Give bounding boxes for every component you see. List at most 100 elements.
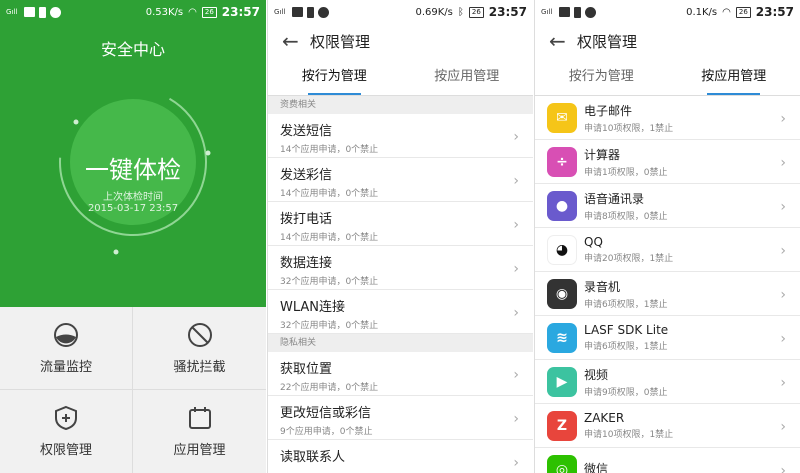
app-row[interactable]: ▶ 视频 申请9项权限，0禁止 › <box>535 360 800 404</box>
item-title: 发送短信 <box>280 124 333 139</box>
tab-by-behavior[interactable]: 按行为管理 <box>268 58 401 95</box>
chevron-right-icon: › <box>513 173 519 189</box>
chevron-right-icon: › <box>780 463 786 473</box>
back-arrow-icon[interactable]: ← <box>282 29 310 53</box>
list-item[interactable]: 获取位置 22个应用申请，0个禁止 › <box>268 352 533 396</box>
chevron-right-icon: › <box>780 111 786 127</box>
item-subtitle: 14个应用申请，0个禁止 <box>280 233 379 243</box>
back-arrow-icon[interactable]: ← <box>549 29 577 53</box>
chevron-right-icon: › <box>513 129 519 145</box>
traffic-icon <box>54 322 78 347</box>
image-notification-icon <box>559 7 570 17</box>
app-row[interactable]: ÷ 计算器 申请1项权限，0禁止 › <box>535 140 800 184</box>
list-item[interactable]: 更改短信或彩信 9个应用申请，0个禁止 › <box>268 396 533 440</box>
app-name: 微信 <box>584 462 609 473</box>
item-title: 拨打电话 <box>280 212 333 227</box>
app-notification-icon <box>50 6 61 18</box>
tab-by-behavior[interactable]: 按行为管理 <box>535 58 668 95</box>
app-row[interactable]: ◎ 微信 › <box>535 448 800 473</box>
tab-by-app[interactable]: 按应用管理 <box>401 58 534 95</box>
chevron-right-icon: › <box>780 287 786 303</box>
app-row[interactable]: ◉ 录音机 申请6项权限，1禁止 › <box>535 272 800 316</box>
list-item[interactable]: 数据连接 32个应用申请，0个禁止 › <box>268 246 533 290</box>
wechat-icon: ◎ <box>547 454 577 473</box>
app-permission-summary: 申请6项权限，1禁止 <box>584 299 668 310</box>
feature-grid: 流量监控 骚扰拦截 权限管理 应用管理 <box>0 307 266 473</box>
image-notification-icon <box>292 7 303 17</box>
tile-label: 权限管理 <box>39 443 92 458</box>
shield-plus-icon <box>55 405 77 431</box>
item-title: 获取位置 <box>280 362 333 377</box>
item-title: 发送彩信 <box>280 168 333 183</box>
status-bar: Gıll 0.69K/s ᛒ 26 23:57 <box>268 0 533 24</box>
chevron-right-icon: › <box>513 217 519 233</box>
app-name: 录音机 <box>584 279 621 294</box>
app-text: 电子邮件 申请10项权限，1禁止 <box>584 102 673 134</box>
permission-by-app-screen: Gıll 0.1K/s ◠ 26 23:57 ← 权限管理 按行为管理 按应用管… <box>534 0 800 473</box>
item-title: 更改短信或彩信 <box>280 406 372 421</box>
list-item[interactable]: 发送彩信 14个应用申请，0个禁止 › <box>268 158 533 202</box>
tile-permission-manager[interactable]: 权限管理 <box>0 390 133 473</box>
app-row[interactable]: ≋ LASF SDK Lite 申请6项权限，1禁止 › <box>535 316 800 360</box>
tab-by-app[interactable]: 按应用管理 <box>668 58 800 95</box>
clock: 23:57 <box>755 5 794 19</box>
charging-icon <box>307 6 314 18</box>
net-speed: 0.1K/s <box>686 6 718 18</box>
page-title: 权限管理 <box>577 32 638 51</box>
microphone-icon: ● <box>547 190 577 221</box>
waveform-icon: ≋ <box>547 322 577 353</box>
page-title: 安全中心 <box>100 40 165 59</box>
one-click-check-button[interactable]: 一键体检 <box>0 150 266 185</box>
app-row[interactable]: ◕ QQ 申请20项权限，1禁止 › <box>535 228 800 272</box>
item-title: 数据连接 <box>280 256 333 271</box>
app-text: 微信 <box>584 460 608 473</box>
recorder-icon: ◉ <box>547 278 577 309</box>
tile-label: 骚扰拦截 <box>173 359 226 375</box>
app-row[interactable]: ● 语音通讯录 申请8项权限，0禁止 › <box>535 184 800 228</box>
wifi-icon: ◠ <box>188 6 197 18</box>
tile-label: 应用管理 <box>173 443 226 458</box>
tile-label: 流量监控 <box>39 359 92 375</box>
item-title: WLAN连接 <box>280 300 346 315</box>
chevron-right-icon: › <box>513 261 519 277</box>
tab-bar: 按行为管理 按应用管理 <box>268 58 533 96</box>
security-header: Gıll 0.53K/s ◠ 26 23:57 安全中心 一键体检 上次体检时间… <box>0 0 266 307</box>
battery-level: 26 <box>468 6 484 18</box>
app-text: QQ 申请20项权限，1禁止 <box>584 235 673 264</box>
app-text: 录音机申请6项权限，1禁止 <box>584 278 667 310</box>
app-name: QQ <box>584 235 603 249</box>
tile-harassment-block[interactable]: 骚扰拦截 <box>133 307 266 390</box>
app-text: 语音通讯录 申请8项权限，0禁止 <box>584 190 667 222</box>
security-center-screen: Gıll 0.53K/s ◠ 26 23:57 安全中心 一键体检 上次体检时间… <box>0 0 266 473</box>
app-permission-summary: 申请20项权限，1禁止 <box>584 254 674 264</box>
signal-icon: Gıll <box>541 8 553 16</box>
app-name: ZAKER <box>584 411 625 425</box>
item-subtitle: 32个应用申请，0个禁止 <box>280 277 379 287</box>
chevron-right-icon: › <box>513 411 519 427</box>
tile-traffic-monitor[interactable]: 流量监控 <box>0 307 133 390</box>
app-name: 语音通讯录 <box>584 191 645 206</box>
list-item[interactable]: 发送短信 14个应用申请，0个禁止 › <box>268 114 533 158</box>
list-item[interactable]: 拨打电话 14个应用申请，0个禁止 › <box>268 202 533 246</box>
app-text: LASF SDK Lite 申请6项权限，1禁止 <box>584 323 668 352</box>
item-subtitle: 9个应用申请，0个禁止 <box>280 427 373 437</box>
item-title: 读取联系人 <box>280 450 346 465</box>
permission-by-behavior-screen: Gıll 0.69K/s ᛒ 26 23:57 ← 权限管理 按行为管理 按应用… <box>267 0 533 473</box>
app-row[interactable]: ✉ 电子邮件 申请10项权限，1禁止 › <box>535 96 800 140</box>
app-notification-icon <box>318 6 329 18</box>
block-icon <box>187 322 212 347</box>
list-item[interactable]: 读取联系人 › <box>268 440 533 473</box>
email-icon: ✉ <box>547 102 577 133</box>
list-item[interactable]: WLAN连接 32个应用申请，0个禁止 › <box>268 290 533 334</box>
calculator-icon: ÷ <box>547 146 577 177</box>
tile-app-manager[interactable]: 应用管理 <box>133 390 266 473</box>
charging-icon <box>574 6 581 18</box>
calendar-icon <box>188 407 211 429</box>
app-row[interactable]: Z ZAKER 申请10项权限，1禁止 › <box>535 404 800 448</box>
app-bar: ← 权限管理 <box>268 24 533 58</box>
tab-bar: 按行为管理 按应用管理 <box>535 58 800 96</box>
wifi-icon: ◠ <box>722 6 731 18</box>
net-speed: 0.69K/s <box>415 6 453 18</box>
chevron-right-icon: › <box>780 243 786 259</box>
battery-level: 26 <box>735 6 751 18</box>
